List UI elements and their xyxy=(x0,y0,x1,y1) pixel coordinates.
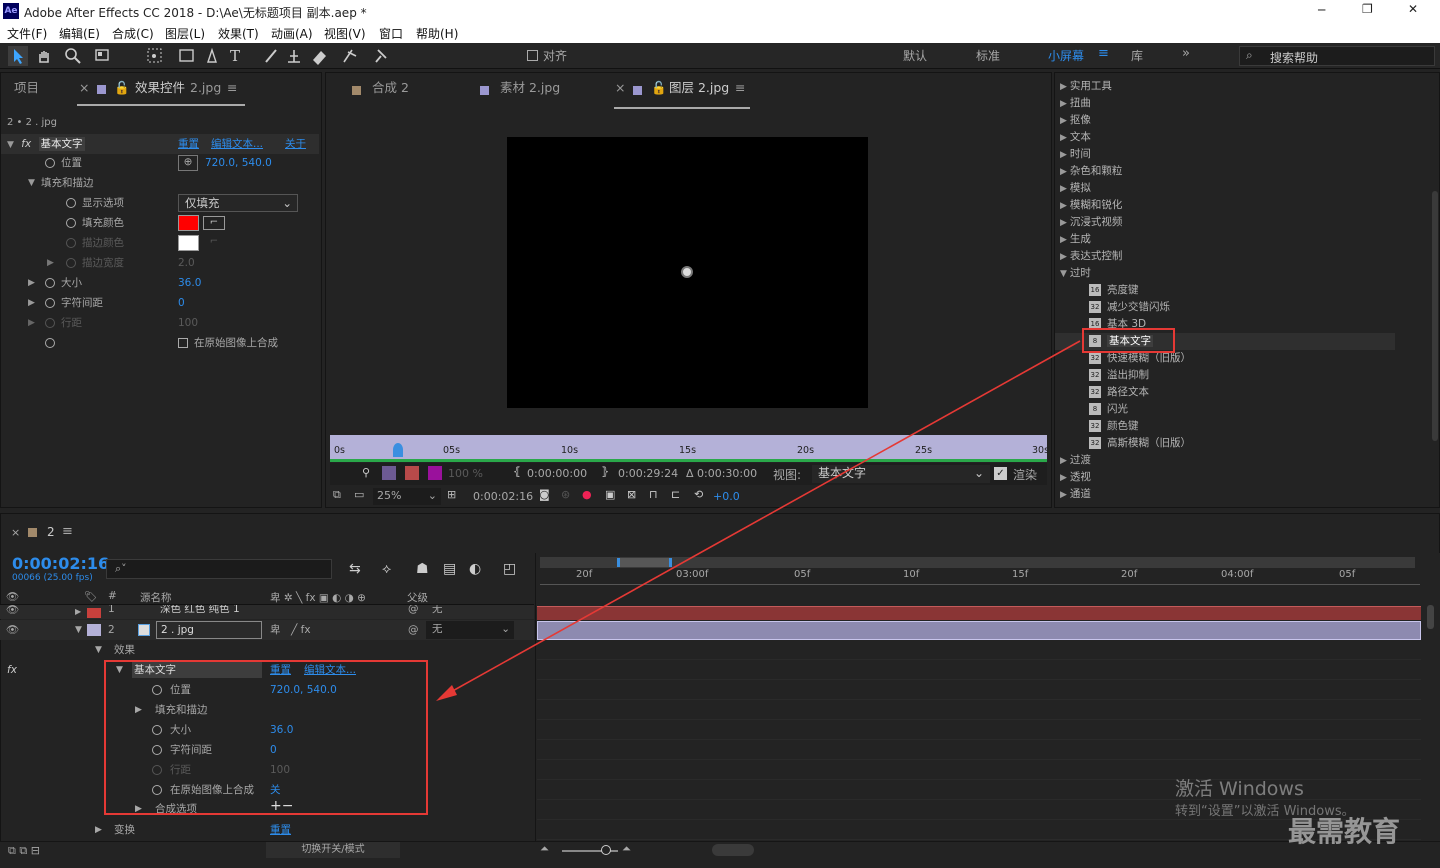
annotation-arrow xyxy=(436,340,1081,701)
brand-watermark: 最需教育 xyxy=(1288,815,1401,848)
activation-watermark-title: 激活 Windows xyxy=(1175,778,1304,800)
